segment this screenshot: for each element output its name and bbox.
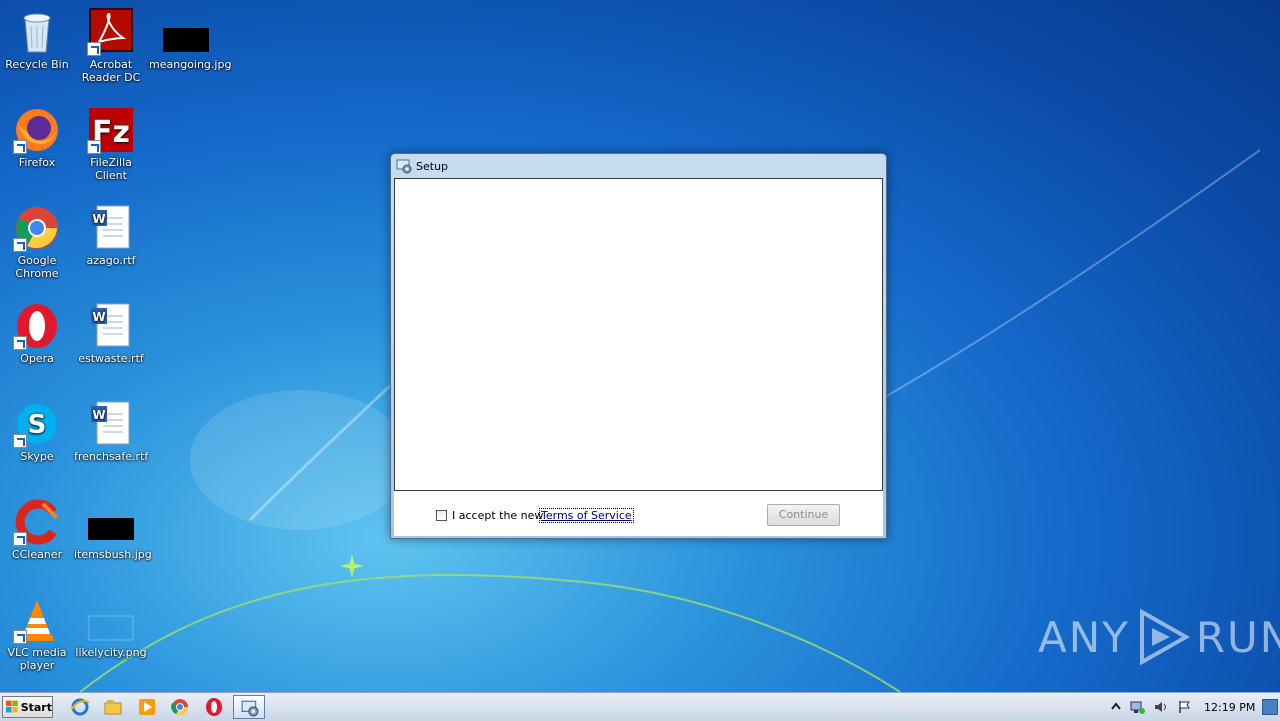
desktop-icon-label: meangoing.jpg: [149, 58, 232, 71]
desktop-icon-label: CCleaner: [11, 548, 63, 561]
window-title: Setup: [416, 159, 449, 173]
shortcut-arrow-icon: [13, 140, 27, 154]
vlc-icon: [13, 596, 61, 644]
show-desktop-button[interactable]: [1262, 699, 1278, 715]
desktop-icon-label: Recycle Bin: [5, 58, 69, 71]
desktop-icon-azago[interactable]: W azago.rtf: [74, 204, 148, 267]
shortcut-arrow-icon: [13, 238, 27, 252]
taskbar: Start 12:19 PM: [0, 692, 1280, 721]
network-icon[interactable]: [1129, 699, 1145, 715]
setup-window[interactable]: Setup I accept the new Terms of Service …: [390, 153, 887, 539]
image-file-icon: [87, 596, 135, 644]
windows-flag-icon: [6, 700, 18, 713]
volume-icon[interactable]: [1153, 699, 1169, 715]
desktop-icon-ccleaner[interactable]: CCleaner: [0, 498, 74, 561]
shortcut-arrow-icon: [13, 630, 27, 644]
desktop-icon-frenchsafe[interactable]: W frenchsafe.rtf: [74, 400, 148, 463]
desktop-icon-label: FileZilla Client: [90, 156, 132, 182]
media-player-icon[interactable]: [137, 697, 157, 717]
word-doc-icon: W: [87, 400, 135, 448]
taskbar-setup-button[interactable]: [233, 695, 265, 719]
shortcut-arrow-icon: [13, 434, 27, 448]
desktop-icon-meangoing[interactable]: meangoing.jpg: [149, 8, 232, 71]
start-label: Start: [20, 700, 52, 714]
word-doc-icon: W: [87, 302, 135, 350]
desktop-icon-label: Firefox: [18, 156, 56, 169]
taskbar-clock[interactable]: 12:19 PM: [1204, 701, 1255, 714]
filezilla-icon: Fz: [87, 106, 135, 154]
desktop-icon-itemsbush[interactable]: itemsbush.jpg: [74, 498, 152, 561]
show-hidden-icons-icon[interactable]: [1108, 699, 1124, 715]
desktop-icon-firefox[interactable]: Firefox: [0, 106, 74, 169]
window-titlebar[interactable]: Setup: [391, 154, 886, 178]
svg-text:S: S: [28, 410, 47, 440]
chrome-icon: [13, 204, 61, 252]
svg-text:W: W: [92, 408, 105, 422]
word-doc-icon: W: [87, 204, 135, 252]
desktop-icon-label: VLC media player: [7, 646, 67, 672]
desktop-icon-estwaste[interactable]: W estwaste.rtf: [74, 302, 148, 365]
shortcut-arrow-icon: [87, 42, 101, 56]
desktop-icon-label: Acrobat Reader DC: [81, 58, 141, 84]
acrobat-icon: [87, 8, 135, 56]
ccleaner-icon: [13, 498, 61, 546]
svg-text:W: W: [92, 212, 105, 226]
desktop-icon-filezilla[interactable]: Fz FileZilla Client: [74, 106, 148, 182]
opera-icon[interactable]: [204, 697, 224, 717]
start-button[interactable]: Start: [2, 696, 53, 718]
play-logo-icon: [1139, 608, 1190, 666]
shortcut-arrow-icon: [87, 140, 101, 154]
desktop-icon-opera[interactable]: Opera: [0, 302, 74, 365]
desktop-icon-label: Opera: [20, 352, 54, 365]
desktop-icon-likelycity[interactable]: likelycity.png: [74, 596, 148, 659]
anyrun-watermark: ANY RUN: [1038, 608, 1280, 666]
desktop-icon-label: azago.rtf: [86, 254, 136, 267]
watermark-right: RUN: [1195, 612, 1280, 662]
terms-of-service-link[interactable]: Terms of Service: [539, 508, 634, 523]
desktop-icon-skype[interactable]: S Skype: [0, 400, 74, 463]
explorer-icon[interactable]: [103, 697, 123, 717]
desktop-icon-acrobat[interactable]: Acrobat Reader DC: [74, 8, 148, 84]
action-center-flag-icon[interactable]: [1177, 699, 1193, 715]
setup-footer: I accept the new Terms of Service Contin…: [394, 491, 883, 536]
desktop-icon-label: itemsbush.jpg: [74, 548, 152, 561]
image-file-icon: [162, 8, 210, 56]
watermark-left: ANY: [1038, 612, 1130, 662]
desktop-icon-chrome[interactable]: Google Chrome: [0, 204, 74, 280]
chrome-icon[interactable]: [170, 697, 190, 717]
accept-label[interactable]: I accept the new: [452, 509, 543, 522]
desktop-icon-label: frenchsafe.rtf: [74, 450, 149, 463]
setup-icon: [241, 700, 259, 717]
recycle-bin-icon: [13, 8, 61, 56]
desktop-icon-label: Google Chrome: [15, 254, 59, 280]
desktop-icon-recycle-bin[interactable]: Recycle Bin: [0, 8, 74, 71]
skype-icon: S: [13, 400, 61, 448]
ie-icon[interactable]: [70, 697, 90, 717]
desktop-icon-label: likelycity.png: [75, 646, 147, 659]
setup-content-area: [394, 178, 883, 491]
shortcut-arrow-icon: [13, 532, 27, 546]
firefox-icon: [13, 106, 61, 154]
image-file-icon: [87, 498, 135, 546]
accept-checkbox[interactable]: [436, 510, 447, 521]
desktop-icon-label: estwaste.rtf: [78, 352, 144, 365]
desktop-icon-vlc[interactable]: VLC media player: [0, 596, 74, 672]
shortcut-arrow-icon: [13, 336, 27, 350]
continue-button[interactable]: Continue: [767, 504, 840, 526]
setup-icon: [396, 159, 412, 174]
svg-text:W: W: [92, 310, 105, 324]
desktop-icon-label: Skype: [20, 450, 54, 463]
opera-icon: [13, 302, 61, 350]
